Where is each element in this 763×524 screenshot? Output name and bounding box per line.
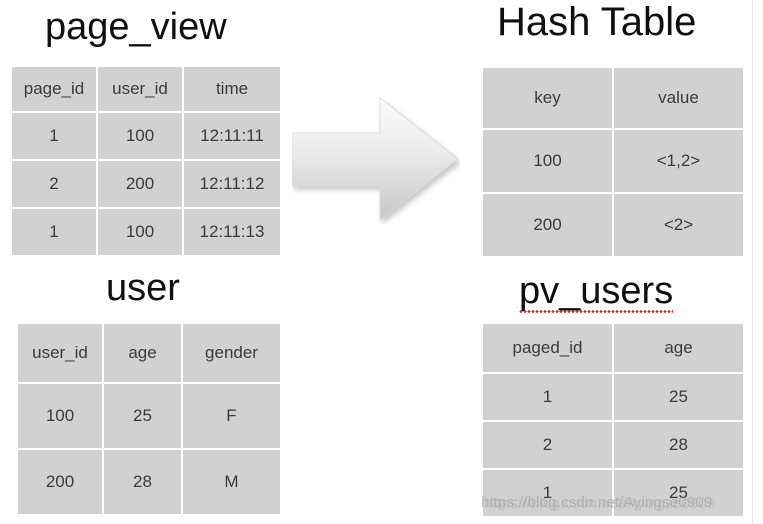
cell-age: 25 bbox=[614, 374, 743, 420]
cell-age: 25 bbox=[104, 384, 181, 448]
table-row: 2 200 12:11:12 bbox=[12, 161, 280, 207]
table-row: 1 25 bbox=[483, 374, 743, 420]
col-header-age: age bbox=[104, 324, 181, 382]
user-title: user bbox=[106, 267, 180, 309]
col-header-gender: gender bbox=[183, 324, 280, 382]
cell-user-id: 200 bbox=[98, 161, 182, 207]
cell-user-id: 200 bbox=[18, 450, 102, 514]
cell-page-id: 2 bbox=[12, 161, 96, 207]
cell-age: 28 bbox=[104, 450, 181, 514]
table-hash-table: key value 100 <1,2> 200 <2> bbox=[481, 66, 745, 258]
table-pv-users: paged_id age 1 25 2 28 1 25 bbox=[481, 322, 745, 518]
cell-key: 100 bbox=[483, 130, 612, 192]
col-header-key: key bbox=[483, 68, 612, 128]
table-header-row: page_id user_id time bbox=[12, 67, 280, 111]
col-header-value: value bbox=[614, 68, 743, 128]
table-header-row: user_id age gender bbox=[18, 324, 280, 382]
cell-paged-id: 2 bbox=[483, 422, 612, 468]
cell-gender: M bbox=[183, 450, 280, 514]
cell-page-id: 1 bbox=[12, 209, 96, 255]
table-page-view: page_id user_id time 1 100 12:11:11 2 20… bbox=[10, 65, 282, 257]
arrow-right-icon bbox=[291, 96, 460, 224]
table-user: user_id age gender 100 25 F 200 28 M bbox=[16, 322, 282, 516]
hash-table-title-wrap: Hash Table bbox=[497, 2, 696, 42]
table-header-row: key value bbox=[483, 68, 743, 128]
page-edge-rule bbox=[752, 0, 753, 524]
cell-gender: F bbox=[183, 384, 280, 448]
cell-value: <2> bbox=[614, 194, 743, 256]
table-row: 200 28 M bbox=[18, 450, 280, 514]
cell-time: 12:11:13 bbox=[184, 209, 280, 255]
table-header-row: paged_id age bbox=[483, 324, 743, 372]
col-header-user-id: user_id bbox=[98, 67, 182, 111]
col-header-paged-id: paged_id bbox=[483, 324, 612, 372]
table-row: 1 100 12:11:13 bbox=[12, 209, 280, 255]
table-row: 2 28 bbox=[483, 422, 743, 468]
diagram-canvas: page_view page_id user_id time 1 100 12:… bbox=[0, 0, 763, 524]
col-header-age: age bbox=[614, 324, 743, 372]
col-header-user-id: user_id bbox=[18, 324, 102, 382]
pv-users-title: pv_users bbox=[519, 270, 674, 312]
cell-time: 12:11:12 bbox=[184, 161, 280, 207]
cell-value: <1,2> bbox=[614, 130, 743, 192]
table-row: 100 <1,2> bbox=[483, 130, 743, 192]
page-view-title: page_view bbox=[45, 6, 227, 48]
col-header-time: time bbox=[184, 67, 280, 111]
table-row: 1 100 12:11:11 bbox=[12, 113, 280, 159]
hash-table-title: Hash Table bbox=[497, 0, 697, 44]
table-row: 200 <2> bbox=[483, 194, 743, 256]
cell-paged-id: 1 bbox=[483, 470, 612, 516]
spellcheck-underline bbox=[519, 310, 674, 313]
col-header-page-id: page_id bbox=[12, 67, 96, 111]
cell-age: 25 bbox=[614, 470, 743, 516]
pv-users-title-wrap: pv_users bbox=[519, 270, 674, 313]
cell-user-id: 100 bbox=[98, 209, 182, 255]
cell-paged-id: 1 bbox=[483, 374, 612, 420]
table-row: 100 25 F bbox=[18, 384, 280, 448]
cell-page-id: 1 bbox=[12, 113, 96, 159]
cell-age: 28 bbox=[614, 422, 743, 468]
cell-user-id: 100 bbox=[18, 384, 102, 448]
cell-key: 200 bbox=[483, 194, 612, 256]
page-view-title-wrap: page_view bbox=[45, 8, 227, 46]
cell-time: 12:11:11 bbox=[184, 113, 280, 159]
cell-user-id: 100 bbox=[98, 113, 182, 159]
user-title-wrap: user bbox=[106, 269, 180, 307]
table-row: 1 25 bbox=[483, 470, 743, 516]
